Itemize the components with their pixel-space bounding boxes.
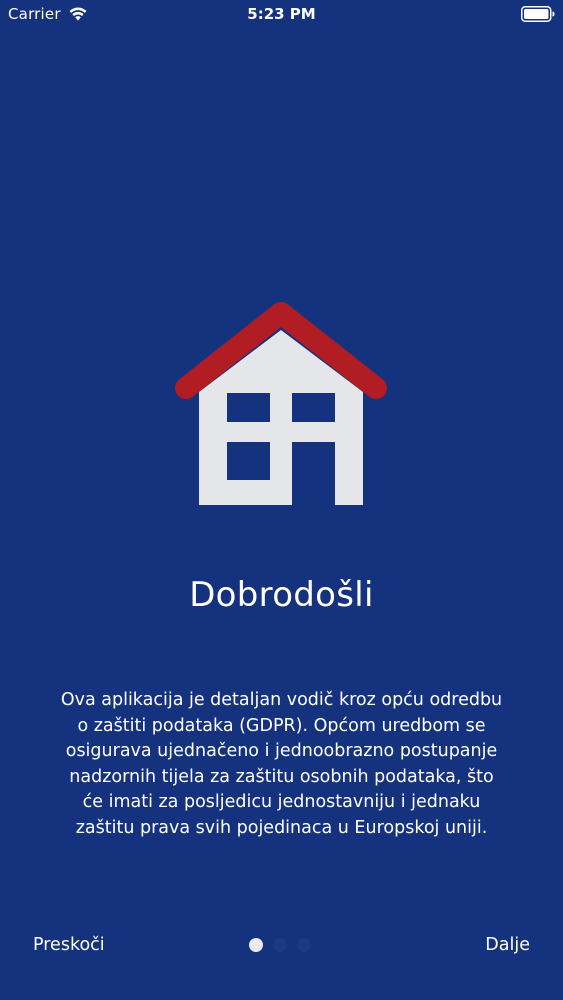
page-dot-3[interactable] [297,938,311,952]
skip-button[interactable]: Preskoči [33,935,105,955]
onboarding-screen: Carrier 5:23 PM Dobrodošli Ova aplikacij… [0,0,563,1000]
intro-description: Ova aplikacija je detaljan vodič kroz op… [60,690,503,838]
house-icon [175,302,387,505]
status-time: 5:23 PM [247,5,316,23]
next-button[interactable]: Dalje [485,935,530,955]
page-indicator[interactable] [249,938,315,952]
page-title: Dobrodošli [189,575,374,615]
status-bar: Carrier 5:23 PM [0,0,563,30]
page-dot-2[interactable] [273,938,287,952]
page-dot-1[interactable] [249,938,263,952]
battery-icon [521,6,555,22]
